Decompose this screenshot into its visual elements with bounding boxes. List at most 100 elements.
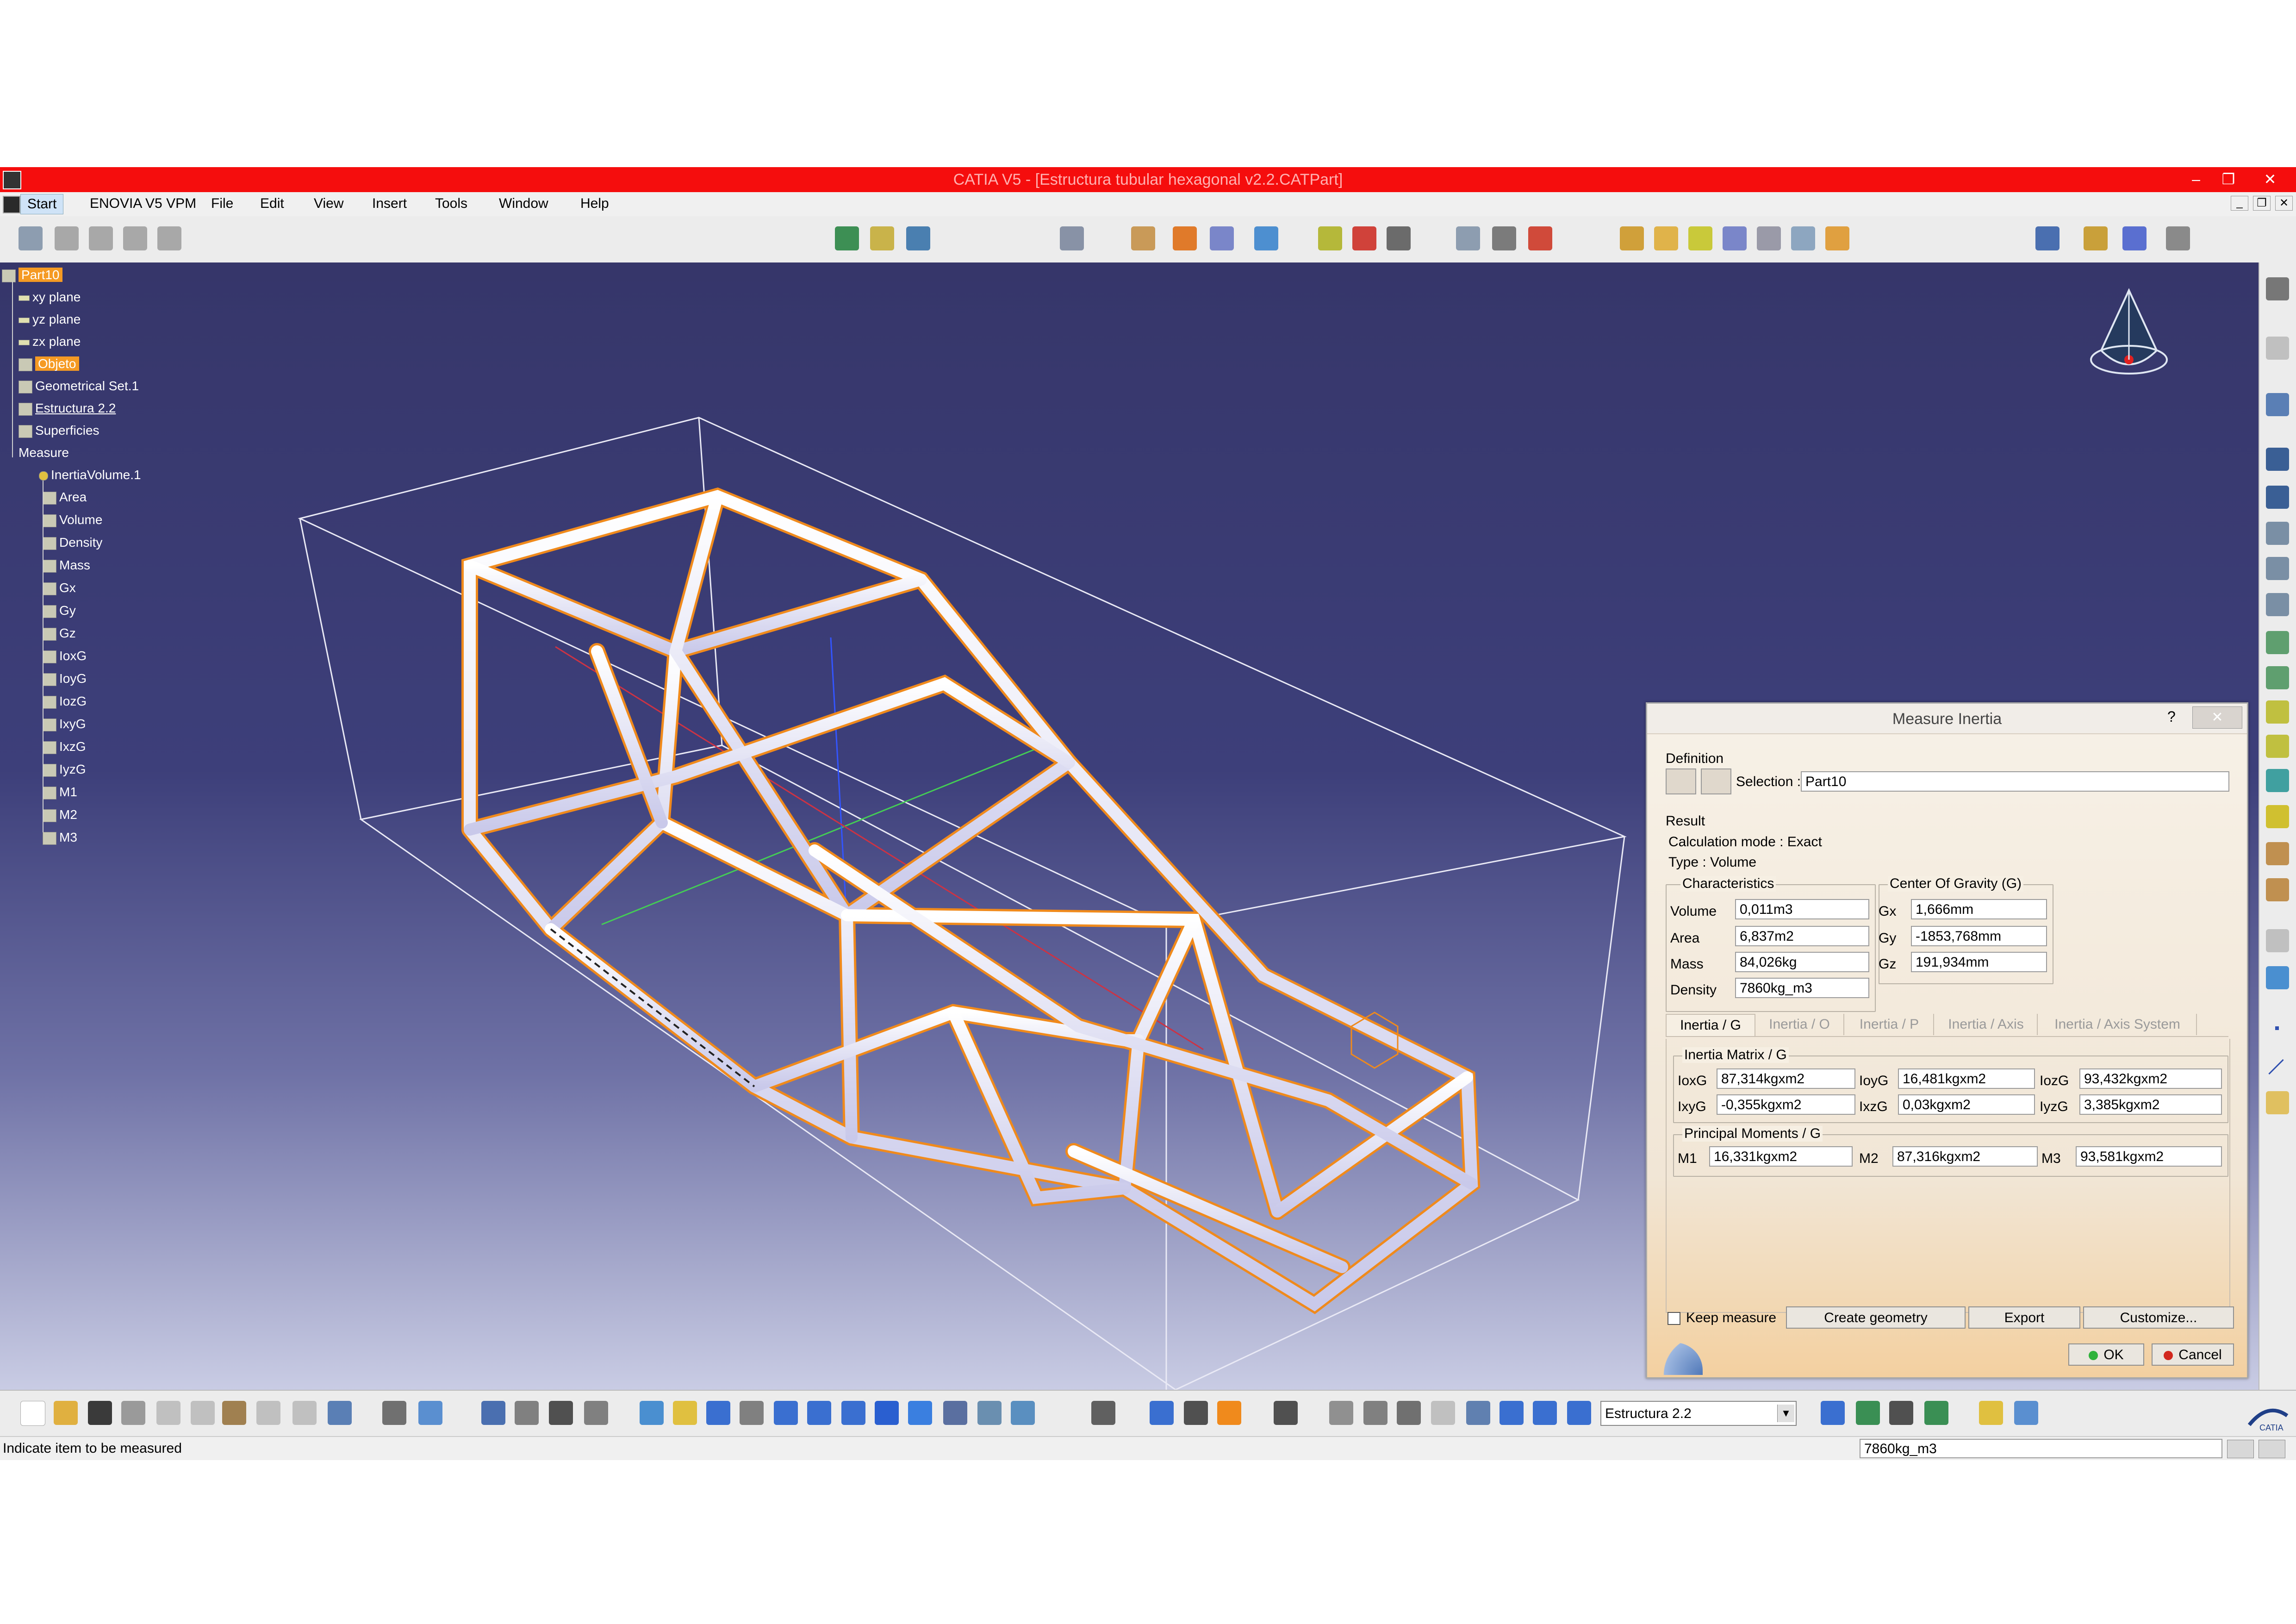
status-search-icon[interactable] bbox=[2259, 1440, 2285, 1458]
tree-param-m1[interactable]: M1 bbox=[43, 785, 77, 800]
sphere-icon[interactable] bbox=[2266, 805, 2289, 828]
constraint-icon[interactable] bbox=[1500, 1401, 1524, 1425]
minimize-icon[interactable]: – bbox=[2184, 169, 2208, 189]
tree-param-iozg[interactable]: IozG bbox=[43, 694, 87, 709]
tab-inertia-g[interactable]: Inertia / G bbox=[1666, 1014, 1755, 1036]
draft-icon[interactable] bbox=[1210, 226, 1234, 250]
save-icon[interactable] bbox=[88, 1401, 112, 1425]
catalog-icon[interactable] bbox=[549, 1401, 573, 1425]
apply-material-icon[interactable] bbox=[1217, 1401, 1241, 1425]
iyzg-field[interactable]: 3,385kgxm2 bbox=[2079, 1094, 2222, 1115]
tree-objeto[interactable]: Objeto bbox=[19, 356, 79, 371]
tab-inertia-p[interactable]: Inertia / P bbox=[1845, 1014, 1934, 1035]
surface-tool-icon[interactable] bbox=[1856, 1401, 1880, 1425]
tree-param-ioyg[interactable]: IoyG bbox=[43, 671, 87, 686]
open-icon[interactable] bbox=[54, 1401, 78, 1425]
sphere-icon[interactable] bbox=[1688, 226, 1712, 250]
paste-icon[interactable] bbox=[222, 1401, 246, 1425]
iozg-field[interactable]: 93,432kgxm2 bbox=[2079, 1068, 2222, 1089]
tree-param-m3[interactable]: M3 bbox=[43, 830, 77, 845]
tree-param-ioxg[interactable]: IoxG bbox=[43, 649, 87, 663]
measure-between-icon[interactable] bbox=[2035, 226, 2060, 250]
ok-button[interactable]: OK bbox=[2068, 1343, 2144, 1366]
tab-inertia-axis[interactable]: Inertia / Axis bbox=[1935, 1014, 2038, 1035]
customize-button[interactable]: Customize... bbox=[2083, 1306, 2234, 1329]
shaft-icon[interactable] bbox=[123, 226, 147, 250]
zoom-in-icon[interactable] bbox=[774, 1401, 798, 1425]
grid-icon[interactable] bbox=[2266, 966, 2289, 989]
menu-window[interactable]: Window bbox=[499, 196, 548, 212]
measure-mode-icon[interactable] bbox=[1666, 768, 1696, 794]
swap-space-icon[interactable] bbox=[1011, 1401, 1035, 1425]
close-icon[interactable]: ✕ bbox=[2259, 169, 2282, 189]
table-icon[interactable] bbox=[2266, 929, 2289, 952]
join-icon[interactable] bbox=[2266, 878, 2289, 901]
tree-zx-plane[interactable]: zx plane bbox=[19, 334, 81, 349]
gz-field[interactable]: 191,934mm bbox=[1911, 952, 2047, 972]
multi-view-icon[interactable] bbox=[875, 1401, 899, 1425]
wizard-icon[interactable] bbox=[1091, 1401, 1115, 1425]
boolean-icon[interactable] bbox=[1060, 226, 1084, 250]
revolve-icon[interactable] bbox=[2266, 522, 2289, 545]
help-button[interactable]: ? bbox=[2167, 708, 2176, 725]
sketch-tool-icon[interactable] bbox=[1821, 1401, 1845, 1425]
measure-inertia-icon[interactable] bbox=[2122, 226, 2147, 250]
tree-estructura[interactable]: Estructura 2.2 bbox=[19, 401, 116, 416]
tree-param-density[interactable]: Density bbox=[43, 535, 102, 550]
work-object-combo[interactable]: Estructura 2.2 bbox=[1600, 1401, 1797, 1426]
annotation-icon[interactable] bbox=[1492, 226, 1516, 250]
measure-icon[interactable] bbox=[1150, 1401, 1174, 1425]
ixyg-field[interactable]: -0,355kgxm2 bbox=[1717, 1094, 1855, 1115]
thickness-icon[interactable] bbox=[2266, 666, 2289, 689]
flag-icon[interactable] bbox=[1528, 226, 1552, 250]
ioyg-field[interactable]: 16,481kgxm2 bbox=[1898, 1068, 2035, 1089]
chamfer-icon[interactable] bbox=[1173, 226, 1197, 250]
menu-enovia[interactable]: ENOVIA V5 VPM bbox=[90, 196, 196, 212]
tree-measure[interactable]: Measure bbox=[19, 445, 69, 460]
knowledge-icon[interactable] bbox=[418, 1401, 442, 1425]
menu-help[interactable]: Help bbox=[580, 196, 609, 212]
analysis-icon[interactable] bbox=[1889, 1401, 1913, 1425]
undo-icon[interactable] bbox=[256, 1401, 280, 1425]
create-geometry-button[interactable]: Create geometry bbox=[1786, 1306, 1966, 1329]
rotate-icon[interactable] bbox=[740, 1401, 764, 1425]
hole-icon[interactable] bbox=[1318, 226, 1342, 250]
point-icon[interactable] bbox=[1791, 226, 1815, 250]
m1-field[interactable]: 16,331kgxm2 bbox=[1709, 1146, 1853, 1167]
extract-icon[interactable] bbox=[2266, 842, 2289, 865]
redo-icon[interactable] bbox=[292, 1401, 317, 1425]
new-icon[interactable] bbox=[20, 1401, 45, 1426]
normal-view-icon[interactable] bbox=[841, 1401, 865, 1425]
edit-icon[interactable] bbox=[2266, 631, 2289, 654]
gy-field[interactable]: -1853,768mm bbox=[1911, 926, 2047, 946]
export-button[interactable]: Export bbox=[1968, 1306, 2080, 1329]
update-icon[interactable] bbox=[584, 1401, 608, 1425]
measure-mode-alt-icon[interactable] bbox=[1701, 768, 1731, 794]
tree-xy-plane[interactable]: xy plane bbox=[19, 290, 81, 305]
fill-icon[interactable] bbox=[2266, 735, 2289, 758]
loft-icon[interactable] bbox=[2266, 593, 2289, 616]
volume-field[interactable]: 0,011m3 bbox=[1735, 899, 1869, 919]
restore-icon[interactable]: ❐ bbox=[2217, 169, 2240, 189]
doc-minimize-icon[interactable]: _ bbox=[2231, 196, 2248, 211]
cut-icon[interactable] bbox=[156, 1401, 180, 1425]
menu-insert[interactable]: Insert bbox=[372, 196, 407, 212]
doc-restore-icon[interactable]: ❐ bbox=[2253, 196, 2271, 211]
pocket-icon[interactable] bbox=[89, 226, 113, 250]
blend-icon[interactable] bbox=[2266, 769, 2289, 792]
tree-param-area[interactable]: Area bbox=[43, 490, 87, 505]
torus-icon[interactable] bbox=[1757, 226, 1781, 250]
menu-edit[interactable]: Edit bbox=[260, 196, 284, 212]
compass-icon[interactable] bbox=[2087, 281, 2171, 401]
fit-all-icon[interactable] bbox=[673, 1401, 697, 1425]
fillet-icon[interactable] bbox=[1131, 226, 1155, 250]
wedge-icon[interactable] bbox=[1825, 226, 1849, 250]
render-style-icon[interactable] bbox=[943, 1401, 967, 1425]
tree-param-ixzg[interactable]: IxzG bbox=[43, 739, 86, 754]
area-field[interactable]: 6,837m2 bbox=[1735, 926, 1869, 946]
keep-measure-checkbox[interactable] bbox=[1668, 1312, 1680, 1325]
publish-icon[interactable] bbox=[1979, 1401, 2003, 1425]
power-input-field[interactable]: 7860kg_m3 bbox=[1860, 1439, 2222, 1458]
tree-param-m2[interactable]: M2 bbox=[43, 807, 77, 822]
tree-param-ixyg[interactable]: IxyG bbox=[43, 717, 86, 731]
